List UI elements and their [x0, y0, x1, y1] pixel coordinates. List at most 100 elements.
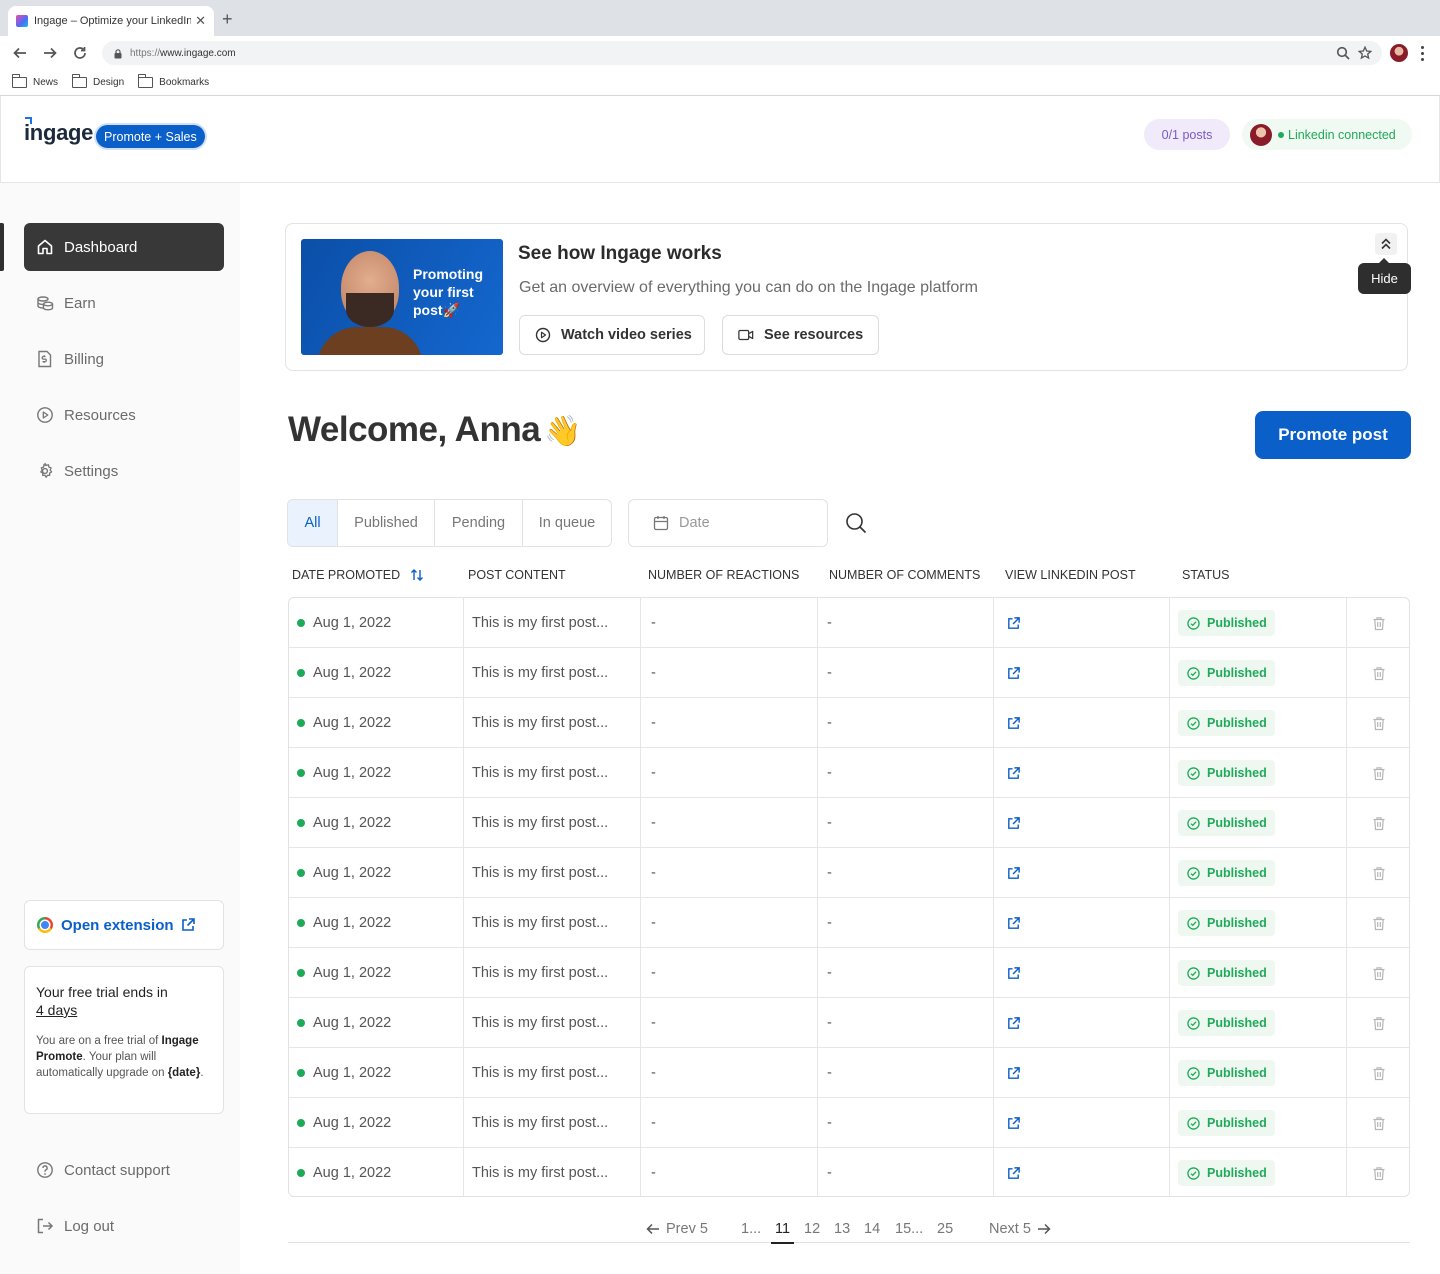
trash-icon[interactable] [1372, 866, 1386, 881]
external-link-icon[interactable] [1006, 1066, 1021, 1081]
forward-icon[interactable] [41, 44, 59, 62]
trash-icon[interactable] [1372, 666, 1386, 681]
comments-cell: - [818, 1098, 994, 1148]
filter-tab-pending[interactable]: Pending [435, 500, 523, 546]
prev-page-button[interactable]: Prev 5 [646, 1221, 708, 1237]
delete-cell [1347, 1098, 1409, 1148]
reactions-cell: - [641, 998, 818, 1048]
video-thumbnail[interactable]: Promoting your first post🚀 [301, 239, 503, 355]
zoom-search-icon[interactable] [1334, 44, 1352, 62]
linkedin-status-chip[interactable]: Linkedin connected [1242, 119, 1412, 150]
see-resources-button[interactable]: See resources [722, 315, 879, 355]
page-link[interactable]: 12 [804, 1221, 820, 1237]
search-button[interactable] [845, 512, 867, 534]
bookmark-news[interactable]: News [11, 74, 59, 88]
filter-tab-published[interactable]: Published [338, 500, 435, 546]
comments-cell: - [818, 948, 994, 998]
post-content: This is my first post... [472, 915, 609, 931]
sidebar-item-billing[interactable]: Billing [24, 335, 224, 383]
post-content-cell: This is my first post... [464, 698, 641, 748]
date-filter-input[interactable]: Date [628, 499, 828, 547]
sidebar-item-earn[interactable]: Earn [24, 279, 224, 327]
log-out-label: Log out [64, 1217, 115, 1235]
open-extension-button[interactable]: Open extension [24, 900, 224, 950]
new-tab-icon[interactable]: + [222, 10, 233, 28]
status-badge: Published [1178, 810, 1275, 836]
trash-icon[interactable] [1372, 716, 1386, 731]
trash-icon[interactable] [1372, 966, 1386, 981]
post-content: This is my first post... [472, 815, 609, 831]
pagination: Prev 5 1... 11 12 13 14 15... 25 Next 5 [288, 1217, 1410, 1244]
log-out-link[interactable]: Log out [36, 1217, 114, 1235]
external-link-icon[interactable] [1006, 1116, 1021, 1131]
external-link-icon[interactable] [1006, 666, 1021, 681]
page-link[interactable]: 14 [864, 1221, 880, 1237]
post-content-cell: This is my first post... [464, 1048, 641, 1098]
reload-icon[interactable] [71, 44, 89, 62]
external-link-icon[interactable] [1006, 766, 1021, 781]
reactions-count: - [651, 1065, 656, 1081]
watch-video-series-button[interactable]: Watch video series [519, 315, 705, 355]
bookmark-bookmarks[interactable]: Bookmarks [137, 74, 209, 88]
table-row: Aug 1, 2022 This is my first post... - - Pub… [289, 748, 1409, 798]
page-link[interactable]: 25 [937, 1221, 953, 1237]
post-content: This is my first post... [472, 765, 609, 781]
avatar [1250, 123, 1272, 146]
external-link-icon[interactable] [1006, 866, 1021, 881]
ingage-logo[interactable]: ingage [24, 117, 93, 146]
trash-icon[interactable] [1372, 1166, 1386, 1181]
page-link[interactable]: 13 [834, 1221, 850, 1237]
trash-icon[interactable] [1372, 916, 1386, 931]
external-link-icon[interactable] [1006, 1016, 1021, 1031]
external-link-icon[interactable] [1006, 916, 1021, 931]
trash-icon[interactable] [1372, 766, 1386, 781]
external-link-icon[interactable] [1006, 816, 1021, 831]
trash-icon[interactable] [1372, 1116, 1386, 1131]
sidebar-item-settings[interactable]: Settings [24, 447, 224, 495]
bookmark-label: News [33, 77, 59, 88]
address-bar[interactable]: https:// www.ingage.com [102, 41, 1382, 65]
page-link[interactable]: 1... [741, 1221, 761, 1237]
sidebar-item-dashboard[interactable]: Dashboard [24, 223, 224, 271]
page-link-current[interactable]: 11 [771, 1221, 794, 1244]
date-promoted: Aug 1, 2022 [313, 615, 392, 631]
filter-tab-in-queue[interactable]: In queue [523, 500, 611, 546]
trash-icon[interactable] [1372, 1066, 1386, 1081]
browser-profile-avatar[interactable] [1390, 44, 1408, 62]
comments-count: - [827, 615, 832, 631]
view-post-cell [994, 798, 1170, 848]
delete-cell [1347, 798, 1409, 848]
browser-menu-icon[interactable] [1418, 44, 1426, 62]
status-cell: Published [1170, 848, 1347, 898]
status-filter-tabs: All Published Pending In queue [287, 499, 612, 547]
external-link-icon[interactable] [1006, 716, 1021, 731]
view-post-cell [994, 1048, 1170, 1098]
next-page-button[interactable]: Next 5 [989, 1221, 1051, 1237]
sort-icon[interactable] [410, 568, 424, 582]
trial-body-text: . [200, 1067, 204, 1079]
back-icon[interactable] [11, 44, 29, 62]
external-link-icon[interactable] [1006, 1166, 1021, 1181]
page-link[interactable]: 15... [895, 1221, 923, 1237]
search-icon [845, 512, 867, 534]
post-content-cell: This is my first post... [464, 798, 641, 848]
browser-tab[interactable]: Ingage – Optimize your LinkedIn ✕ [8, 6, 214, 36]
external-link-icon[interactable] [1006, 966, 1021, 981]
contact-support-link[interactable]: Contact support [36, 1161, 170, 1179]
close-tab-icon[interactable]: ✕ [195, 13, 206, 29]
bookmark-star-icon[interactable] [1356, 44, 1374, 62]
collapse-banner-button[interactable] [1375, 233, 1397, 255]
trash-icon[interactable] [1372, 1016, 1386, 1031]
next-page-label: Next 5 [989, 1221, 1031, 1237]
column-header-date-promoted[interactable]: DATE PROMOTED [292, 568, 424, 582]
trash-icon[interactable] [1372, 816, 1386, 831]
date-cell: Aug 1, 2022 [289, 948, 464, 998]
external-link-icon[interactable] [1006, 616, 1021, 631]
filter-tab-all[interactable]: All [288, 500, 338, 546]
status-badge: Published [1178, 1010, 1275, 1036]
reactions-cell: - [641, 698, 818, 748]
sidebar-item-resources[interactable]: Resources [24, 391, 224, 439]
promote-post-button[interactable]: Promote post [1255, 411, 1411, 459]
bookmark-design[interactable]: Design [71, 74, 124, 88]
trash-icon[interactable] [1372, 616, 1386, 631]
